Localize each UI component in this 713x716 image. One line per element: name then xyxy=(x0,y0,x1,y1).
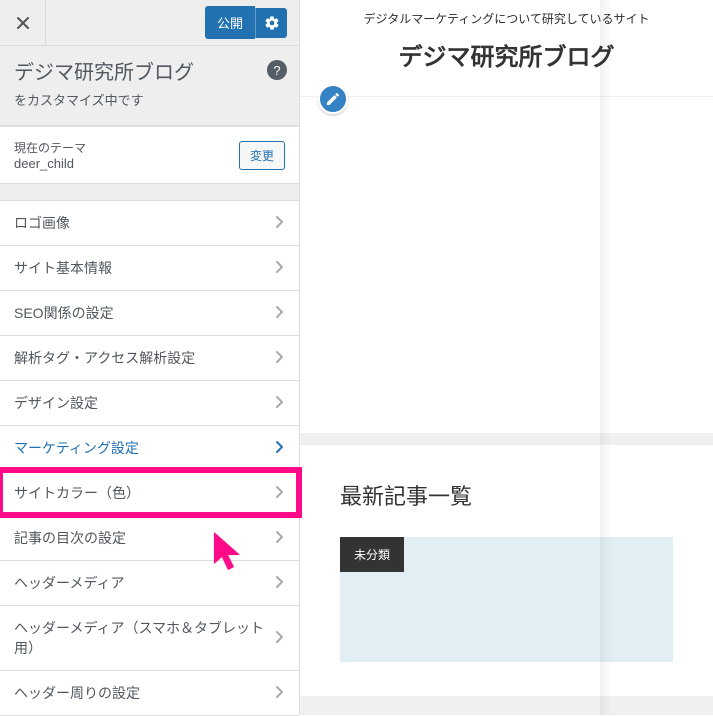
close-button[interactable] xyxy=(0,0,46,46)
chevron-right-icon xyxy=(275,685,285,702)
menu-item-label: マーケティング設定 xyxy=(14,438,139,458)
chevron-right-icon xyxy=(275,530,285,547)
panel-subtitle: をカスタマイズ中です xyxy=(14,90,287,109)
gear-icon xyxy=(264,15,280,31)
chevron-right-icon xyxy=(275,260,285,277)
preview-content: 最新記事一覧 未分類 xyxy=(300,445,713,696)
chevron-right-icon xyxy=(275,305,285,322)
edit-shortcut-button[interactable] xyxy=(318,84,348,114)
help-button[interactable]: ? xyxy=(267,60,287,80)
panel-title-block: デジマ研究所ブログ をカスタマイズ中です ? xyxy=(0,46,299,126)
menu-item-6[interactable]: サイトカラー（色） xyxy=(0,470,299,515)
chevron-right-icon xyxy=(275,350,285,367)
menu-item-label: 解析タグ・アクセス解析設定 xyxy=(14,348,195,368)
close-icon xyxy=(15,15,31,31)
pencil-icon xyxy=(325,91,341,107)
preview-site-title: デジマ研究所ブログ xyxy=(310,33,703,76)
menu-item-9[interactable]: ヘッダーメディア（スマホ＆タブレット用） xyxy=(0,605,299,670)
menu-item-label: SEO関係の設定 xyxy=(14,303,114,323)
menu-item-label: ロゴ画像 xyxy=(14,213,70,233)
menu-item-label: 記事の目次の設定 xyxy=(14,528,126,548)
customizer-topbar: 公開 xyxy=(0,0,299,46)
menu-item-label: ヘッダー周りの設定 xyxy=(14,683,140,703)
publish-settings-button[interactable] xyxy=(255,8,287,38)
publish-button[interactable]: 公開 xyxy=(205,6,255,39)
menu-item-label: ヘッダーメディア xyxy=(14,573,124,593)
menu-item-4[interactable]: デザイン設定 xyxy=(0,380,299,425)
menu-item-7[interactable]: 記事の目次の設定 xyxy=(0,515,299,560)
chevron-right-icon xyxy=(275,395,285,412)
menu-item-2[interactable]: SEO関係の設定 xyxy=(0,290,299,335)
chevron-right-icon xyxy=(275,485,285,502)
theme-row: 現在のテーマ deer_child 変更 xyxy=(0,126,299,184)
menu-item-3[interactable]: 解析タグ・アクセス解析設定 xyxy=(0,335,299,380)
theme-label: 現在のテーマ xyxy=(14,139,86,156)
menu-item-8[interactable]: ヘッダーメディア xyxy=(0,560,299,605)
chevron-right-icon xyxy=(275,575,285,592)
menu-item-5[interactable]: マーケティング設定 xyxy=(0,425,299,470)
preview-tagline: デジタルマーケティングについて研究しているサイト xyxy=(310,6,703,33)
chevron-right-icon xyxy=(275,215,285,232)
chevron-right-icon xyxy=(275,630,285,647)
menu-item-label: サイトカラー（色） xyxy=(14,483,140,503)
preview-header: デジタルマーケティングについて研究しているサイト デジマ研究所ブログ xyxy=(300,0,713,97)
post-card[interactable]: 未分類 xyxy=(340,537,673,662)
theme-name: deer_child xyxy=(14,156,86,171)
change-theme-button[interactable]: 変更 xyxy=(239,141,285,170)
menu-item-0[interactable]: ロゴ画像 xyxy=(0,200,299,245)
site-title: デジマ研究所ブログ xyxy=(14,60,287,86)
menu-item-10[interactable]: ヘッダー周りの設定 xyxy=(0,670,299,716)
menu-item-1[interactable]: サイト基本情報 xyxy=(0,245,299,290)
chevron-right-icon xyxy=(275,440,285,457)
preview-pane: デジタルマーケティングについて研究しているサイト デジマ研究所ブログ 最新記事一… xyxy=(300,0,713,715)
menu-item-label: サイト基本情報 xyxy=(14,258,112,278)
latest-posts-heading: 最新記事一覧 xyxy=(340,479,673,511)
menu-item-label: ヘッダーメディア（スマホ＆タブレット用） xyxy=(14,618,275,658)
customizer-menu: ロゴ画像サイト基本情報 SEO関係の設定解析タグ・アクセス解析設定デザイン設定マー… xyxy=(0,200,299,716)
menu-item-label: デザイン設定 xyxy=(14,393,98,413)
category-badge[interactable]: 未分類 xyxy=(340,537,404,572)
